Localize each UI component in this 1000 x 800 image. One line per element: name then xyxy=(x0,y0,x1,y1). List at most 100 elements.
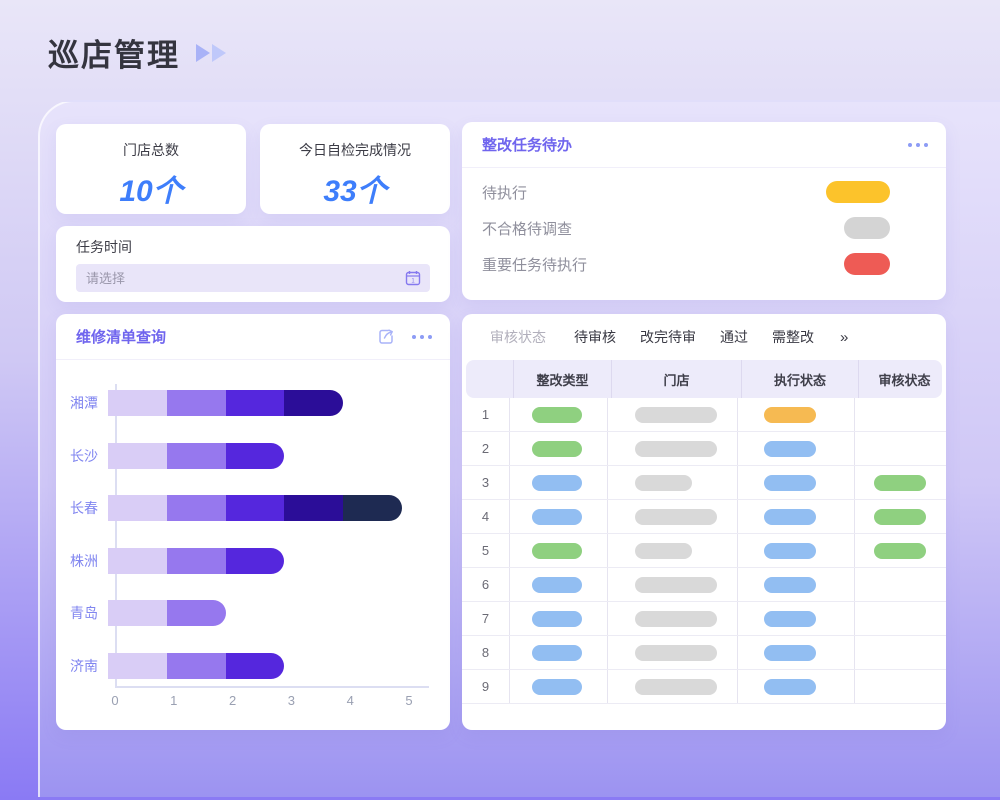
tab-3[interactable]: 通过 xyxy=(720,327,748,347)
todo-card-header: 整改任务待办 xyxy=(462,122,946,168)
todo-item-label: 待执行 xyxy=(482,182,527,203)
row-number-cell: 1 xyxy=(462,398,510,431)
table-row: 4 xyxy=(462,500,946,534)
stat-label: 今日自检完成情况 xyxy=(260,140,450,160)
chart-bar-segment xyxy=(108,653,167,679)
todo-item-list: 待执行不合格待调查重要任务待执行 xyxy=(462,174,946,282)
tab-2[interactable]: 改完待审 xyxy=(640,327,696,347)
table-cell xyxy=(608,568,738,601)
status-pill-gray xyxy=(635,543,692,559)
calendar-icon[interactable]: 1 xyxy=(405,270,421,286)
status-pill-blue xyxy=(532,475,582,491)
status-pill-blue xyxy=(764,509,816,525)
table-cell xyxy=(738,500,855,533)
table-header: 整改类型门店执行状态审核状态 xyxy=(466,360,942,398)
todo-item-label: 不合格待调查 xyxy=(482,218,572,239)
svg-text:1: 1 xyxy=(411,279,415,285)
chart-bar-segment xyxy=(284,390,343,416)
repair-list-card: 维修清单查询 012345湘潭长沙长春株洲青岛济南 xyxy=(56,314,450,730)
chart-row: 湘潭 xyxy=(56,390,343,416)
todo-item: 重要任务待执行 xyxy=(462,246,946,282)
table-cell xyxy=(738,398,855,431)
tab-4[interactable]: 需整改 xyxy=(772,327,814,347)
row-number-cell: 9 xyxy=(462,670,510,703)
chart-x-tick-label: 2 xyxy=(229,693,236,708)
table-row: 6 xyxy=(462,568,946,602)
date-picker-input[interactable] xyxy=(76,271,405,286)
more-tabs-chevron[interactable]: » xyxy=(840,329,848,346)
table-cell xyxy=(738,568,855,601)
export-icon[interactable] xyxy=(377,327,396,346)
chart-x-tick-label: 1 xyxy=(170,693,177,708)
chart-stacked-bar xyxy=(108,443,284,469)
filter-label: 审核状态 xyxy=(490,327,546,347)
table-header-cell-index xyxy=(466,360,514,398)
table-cell xyxy=(510,500,608,533)
table-row: 9 xyxy=(462,670,946,704)
table-cell xyxy=(608,636,738,669)
chart-row: 长沙 xyxy=(56,443,284,469)
play-arrow-icon xyxy=(196,44,210,62)
table-cell xyxy=(738,670,855,703)
chart-category-label: 湘潭 xyxy=(56,390,108,416)
table-row: 3 xyxy=(462,466,946,500)
row-number-cell: 5 xyxy=(462,534,510,567)
table-row: 7 xyxy=(462,602,946,636)
table-cell xyxy=(608,398,738,431)
status-pill-orange xyxy=(764,407,816,423)
table-cell xyxy=(510,432,608,465)
table-cell xyxy=(608,432,738,465)
status-pill-green xyxy=(874,475,926,491)
table-row: 2 xyxy=(462,432,946,466)
chart-row: 济南 xyxy=(56,653,284,679)
table-cell xyxy=(855,466,946,499)
chart-x-axis xyxy=(115,686,429,688)
date-picker[interactable]: 1 xyxy=(76,264,430,292)
status-pill-gray xyxy=(635,509,717,525)
chart-bar-segment xyxy=(167,390,226,416)
tab-1[interactable]: 待审核 xyxy=(574,327,616,347)
table-cell xyxy=(855,568,946,601)
page-title: 巡店管理 xyxy=(48,30,180,75)
chart-x-tick-label: 3 xyxy=(288,693,295,708)
more-options-icon[interactable] xyxy=(908,143,928,147)
chart-x-tick-label: 4 xyxy=(347,693,354,708)
chart-x-tick-label: 0 xyxy=(111,693,118,708)
status-pill-blue xyxy=(532,577,582,593)
more-options-icon[interactable] xyxy=(412,335,432,339)
table-cell xyxy=(855,534,946,567)
table-cell xyxy=(738,466,855,499)
play-arrow-icon xyxy=(212,44,226,62)
row-number-cell: 2 xyxy=(462,432,510,465)
status-pill-blue xyxy=(764,645,816,661)
task-time-label: 任务时间 xyxy=(76,237,132,257)
table-cell xyxy=(738,534,855,567)
table-cell xyxy=(510,398,608,431)
chart-bar-segment xyxy=(108,548,167,574)
status-pill-green xyxy=(532,407,582,423)
table-header-cell: 审核状态 xyxy=(859,360,946,398)
table-cell xyxy=(608,500,738,533)
stat-value: 33个 xyxy=(260,166,450,210)
table-row: 5 xyxy=(462,534,946,568)
table-cell xyxy=(510,670,608,703)
table-cell xyxy=(608,534,738,567)
chart-stacked-bar xyxy=(108,390,343,416)
status-pill-gray xyxy=(635,577,717,593)
status-pill-gray xyxy=(635,679,717,695)
table-cell xyxy=(855,398,946,431)
status-pill-blue xyxy=(532,645,582,661)
status-pill-green xyxy=(532,441,582,457)
status-pill-blue xyxy=(764,679,816,695)
status-pill-blue xyxy=(764,543,816,559)
chart-row: 青岛 xyxy=(56,600,226,626)
page-header: 巡店管理 xyxy=(48,30,226,75)
status-pill-green xyxy=(532,543,582,559)
chart-x-tick-label: 5 xyxy=(405,693,412,708)
repair-card-header: 维修清单查询 xyxy=(56,314,450,360)
table-cell xyxy=(855,432,946,465)
audit-status-tabs: 审核状态 待审核 改完待审 通过 需整改 » xyxy=(462,314,946,360)
chart-category-label: 长春 xyxy=(56,495,108,521)
audit-status-table-card: 审核状态 待审核 改完待审 通过 需整改 » 整改类型门店执行状态审核状态 12345… xyxy=(462,314,946,730)
todo-status-pill xyxy=(844,217,890,239)
